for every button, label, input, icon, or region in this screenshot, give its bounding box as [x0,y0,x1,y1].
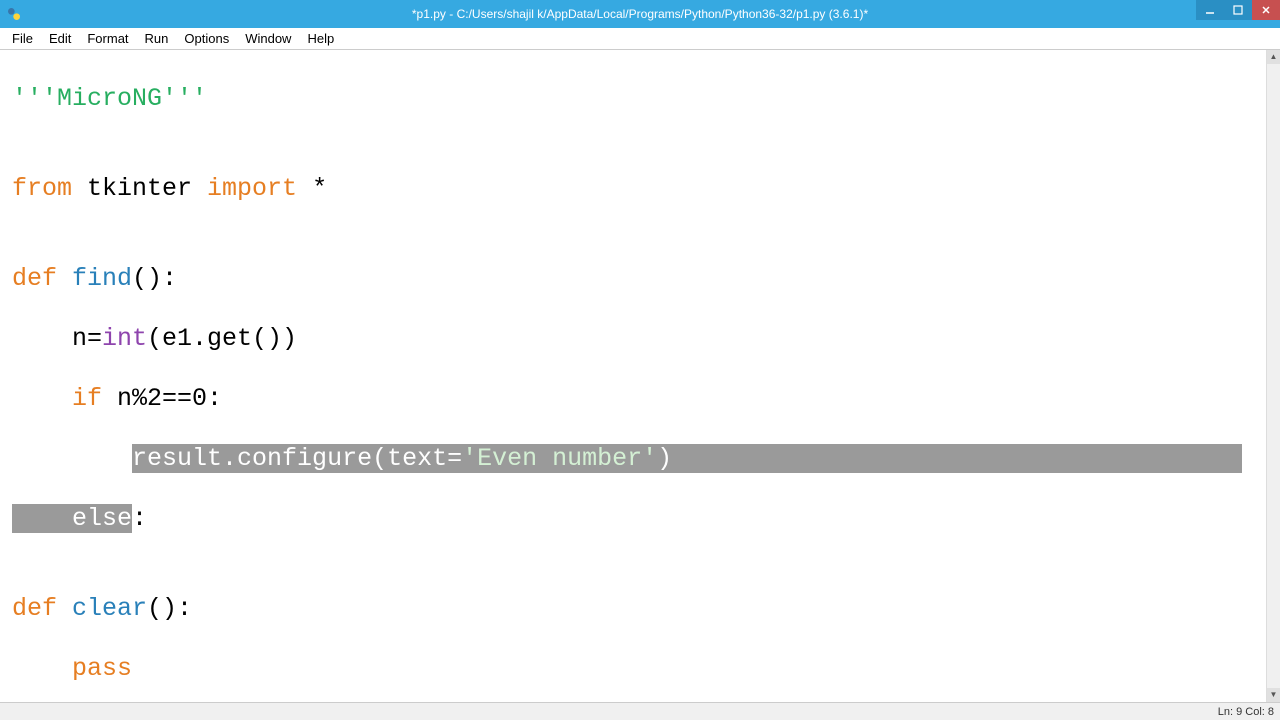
code-text: result.configure(text= [132,444,462,473]
editor-area: '''MicroNG''' from tkinter import * def … [0,50,1280,702]
code-text: def [12,264,57,293]
menu-format[interactable]: Format [79,29,136,48]
window-title: *p1.py - C:/Users/shajil k/AppData/Local… [412,7,868,21]
code-text: (e1.get()) [147,324,297,353]
code-text [57,264,72,293]
app-icon [0,0,28,28]
menu-edit[interactable]: Edit [41,29,79,48]
scroll-down-icon[interactable]: ▼ [1267,688,1280,702]
code-text: n= [12,324,102,353]
maximize-button[interactable] [1224,0,1252,20]
menu-run[interactable]: Run [137,29,177,48]
code-text: pass [72,654,132,683]
code-text [12,384,72,413]
menu-file[interactable]: File [4,29,41,48]
code-text [12,654,72,683]
code-text: tkinter [72,174,207,203]
code-text: find [72,264,132,293]
code-text [57,594,72,623]
code-text: def [12,594,57,623]
code-text: else [72,504,132,533]
code-text: import [207,174,297,203]
close-button[interactable] [1252,0,1280,20]
minimize-button[interactable] [1196,0,1224,20]
code-editor[interactable]: '''MicroNG''' from tkinter import * def … [0,50,1266,702]
code-text: (): [147,594,192,623]
titlebar: *p1.py - C:/Users/shajil k/AppData/Local… [0,0,1280,28]
code-text: clear [72,594,147,623]
code-text: n%2==0: [102,384,222,413]
code-text: * [297,174,327,203]
selection: result.configure(text='Even number') [132,444,1242,473]
menu-window[interactable]: Window [237,29,299,48]
vertical-scrollbar[interactable]: ▲ ▼ [1266,50,1280,702]
cursor-position: Ln: 9 Col: 8 [1218,706,1274,718]
code-text: if [72,384,102,413]
code-text [12,504,72,533]
window-controls [1196,0,1280,20]
selection: else [12,504,132,533]
code-text: 'Even number' [462,444,657,473]
menubar: File Edit Format Run Options Window Help [0,28,1280,50]
code-text: (): [132,264,177,293]
menu-help[interactable]: Help [299,29,342,48]
statusbar: Ln: 9 Col: 8 [0,702,1280,720]
scroll-up-icon[interactable]: ▲ [1267,50,1280,64]
code-text: from [12,174,72,203]
menu-options[interactable]: Options [176,29,237,48]
code-text: int [102,324,147,353]
code-text: '''MicroNG''' [12,84,207,113]
code-text [12,444,132,473]
code-text: : [132,504,147,533]
code-text: ) [657,444,672,473]
